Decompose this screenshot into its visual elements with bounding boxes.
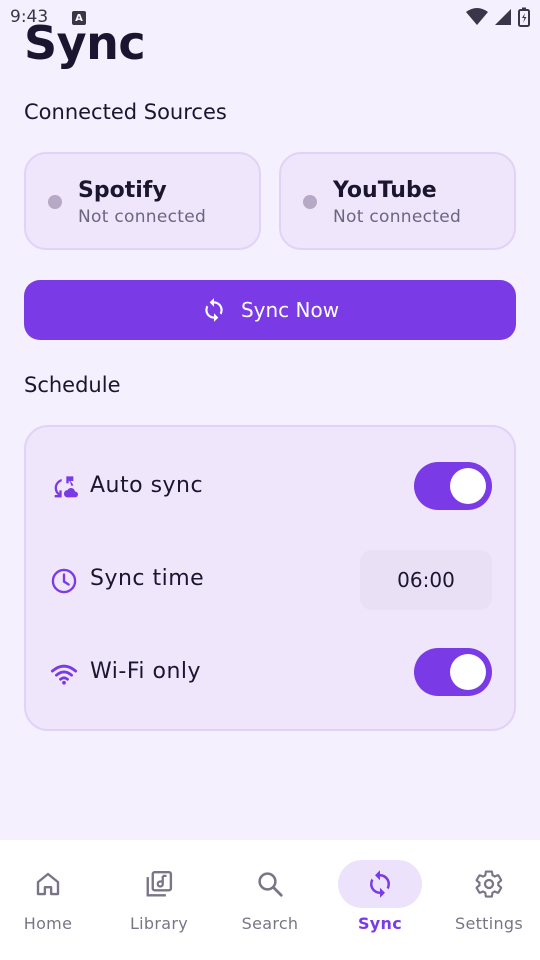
nav-label: Sync bbox=[357, 914, 403, 933]
nav-icon-container bbox=[117, 860, 201, 908]
toggle-knob bbox=[450, 468, 486, 504]
nav-icon-container bbox=[447, 860, 531, 908]
nav-item-search[interactable]: Search bbox=[216, 840, 324, 960]
toggle-knob bbox=[450, 654, 486, 690]
auto-sync-toggle[interactable] bbox=[414, 462, 492, 510]
source-name: Spotify bbox=[78, 178, 167, 203]
sync-time-row: Sync time 06:00 bbox=[26, 550, 514, 610]
cloud-sync-icon bbox=[54, 476, 78, 498]
nav-label: Settings bbox=[454, 914, 524, 933]
source-name: YouTube bbox=[333, 178, 437, 203]
wifi-only-row: Wi-Fi only bbox=[26, 643, 514, 703]
status-dot-icon bbox=[48, 195, 62, 209]
nav-item-library[interactable]: Library bbox=[105, 840, 213, 960]
home-icon bbox=[36, 872, 60, 896]
wifi-signal-icon bbox=[466, 8, 488, 25]
search-icon bbox=[258, 872, 283, 897]
nav-label: Search bbox=[241, 914, 299, 933]
nav-item-settings[interactable]: Settings bbox=[435, 840, 540, 960]
sync-now-label: Sync Now bbox=[240, 298, 340, 322]
clock-icon bbox=[51, 568, 77, 594]
nav-item-sync[interactable]: Sync bbox=[326, 840, 434, 960]
sync-icon bbox=[205, 298, 223, 322]
cell-signal-icon bbox=[495, 9, 511, 25]
gear-icon bbox=[475, 870, 503, 898]
source-status: Not connected bbox=[78, 207, 207, 227]
wifi-icon bbox=[50, 664, 78, 685]
nav-label: Library bbox=[129, 914, 189, 933]
battery-icon bbox=[518, 7, 530, 27]
nav-icon-container bbox=[6, 860, 90, 908]
source-card-spotify[interactable]: Spotify Not connected bbox=[24, 152, 261, 250]
connected-sources-heading: Connected Sources bbox=[24, 100, 227, 124]
sync-time-label: Sync time bbox=[90, 566, 205, 591]
sync-now-button[interactable]: Sync Now bbox=[24, 280, 516, 340]
page-title: Sync bbox=[24, 16, 146, 70]
auto-sync-row: Auto sync bbox=[26, 457, 514, 517]
schedule-heading: Schedule bbox=[24, 373, 121, 397]
nav-label: Home bbox=[23, 914, 73, 933]
source-card-youtube[interactable]: YouTube Not connected bbox=[279, 152, 516, 250]
nav-icon-container bbox=[228, 860, 312, 908]
bottom-navigation: Home Library Search Sync Settings bbox=[0, 840, 540, 960]
library-icon bbox=[146, 870, 173, 897]
wifi-only-toggle[interactable] bbox=[414, 648, 492, 696]
auto-sync-label: Auto sync bbox=[90, 473, 204, 498]
sync-time-button[interactable]: 06:00 bbox=[360, 550, 492, 610]
status-dot-icon bbox=[303, 195, 317, 209]
status-icons bbox=[466, 7, 530, 27]
schedule-card: Auto sync Sync time 06:00 Wi-Fi only bbox=[24, 425, 516, 731]
wifi-only-label: Wi-Fi only bbox=[90, 659, 202, 684]
nav-icon-container bbox=[338, 860, 422, 908]
nav-item-home[interactable]: Home bbox=[0, 840, 102, 960]
source-status: Not connected bbox=[333, 207, 462, 227]
sync-icon bbox=[370, 870, 390, 898]
